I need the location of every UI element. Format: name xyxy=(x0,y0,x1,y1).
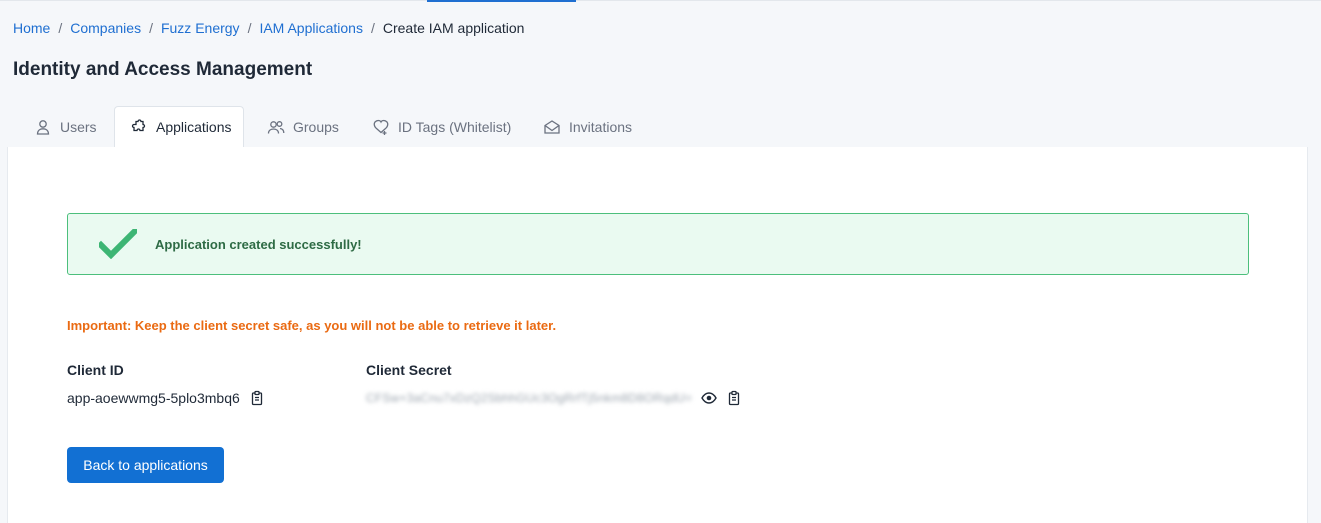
tab-bar: Users Applications Groups ID Tags (White… xyxy=(19,106,646,148)
breadcrumb-separator: / xyxy=(370,20,375,36)
client-id-row: app-aoewwmg5-5plo3mbq6 xyxy=(67,390,265,406)
page-title: Identity and Access Management xyxy=(13,59,313,80)
tag-icon xyxy=(372,118,390,136)
tab-label: ID Tags (Whitelist) xyxy=(398,118,512,135)
client-id-value: app-aoewwmg5-5plo3mbq6 xyxy=(67,390,240,406)
tab-spacer xyxy=(520,106,528,148)
client-secret-value: CFSw+3aCnu7xDzQ2SbhhGUc3OgRrfTj5nkm8D8OR… xyxy=(366,391,693,405)
clipboard-icon[interactable] xyxy=(249,390,265,406)
tab-spacer xyxy=(106,106,114,148)
user-icon xyxy=(34,118,52,136)
tab-groups[interactable]: Groups xyxy=(252,106,349,148)
tab-spacer xyxy=(244,106,252,148)
page: Home / Companies / Fuzz Energy / IAM App… xyxy=(0,0,1321,523)
breadcrumb-home[interactable]: Home xyxy=(13,20,50,36)
breadcrumb-company[interactable]: Fuzz Energy xyxy=(161,20,240,36)
tab-applications[interactable]: Applications xyxy=(114,106,244,148)
success-message: Application created successfully! xyxy=(155,236,362,252)
back-to-applications-button[interactable]: Back to applications xyxy=(67,447,224,483)
users-icon xyxy=(267,118,285,136)
check-icon xyxy=(96,226,140,260)
tab-users[interactable]: Users xyxy=(19,106,106,148)
breadcrumb-separator: / xyxy=(149,20,153,36)
breadcrumb-separator: / xyxy=(247,20,252,36)
client-secret-row: CFSw+3aCnu7xDzQ2SbhhGUc3OgRrfTj5nkm8D8OR… xyxy=(366,390,742,406)
tab-label: Applications xyxy=(156,119,232,135)
breadcrumb-separator: / xyxy=(58,20,63,36)
breadcrumb-companies[interactable]: Companies xyxy=(70,20,141,36)
tab-label: Groups xyxy=(293,118,339,135)
top-accent-bar xyxy=(427,0,576,2)
tab-label: Users xyxy=(60,118,97,135)
tab-id-tags[interactable]: ID Tags (Whitelist) xyxy=(357,106,520,148)
breadcrumb-current: Create IAM application xyxy=(382,20,525,36)
tab-invitations[interactable]: Invitations xyxy=(528,106,646,148)
tab-label: Invitations xyxy=(569,118,633,135)
warning-text: Important: Keep the client secret safe, … xyxy=(67,318,557,333)
eye-icon[interactable] xyxy=(701,390,718,406)
puzzle-icon xyxy=(130,118,148,136)
client-id-label: Client ID xyxy=(67,362,124,378)
breadcrumb: Home / Companies / Fuzz Energy / IAM App… xyxy=(13,20,524,36)
content-panel: Application created successfully! Import… xyxy=(7,147,1308,523)
envelope-icon xyxy=(543,118,561,136)
success-alert: Application created successfully! xyxy=(67,213,1249,275)
client-secret-label: Client Secret xyxy=(366,362,452,378)
clipboard-icon[interactable] xyxy=(726,390,742,406)
tab-spacer xyxy=(349,106,357,148)
breadcrumb-iam-applications[interactable]: IAM Applications xyxy=(259,20,363,36)
